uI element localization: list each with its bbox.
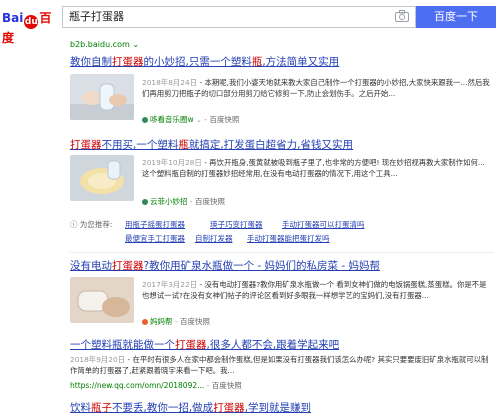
title-text: 不要丢,教你一招,做成: [112, 402, 214, 414]
result-title-2[interactable]: 打蛋器不用买,一个塑料瓶就搞定,打发蛋白超省力,省钱又实用: [70, 137, 353, 152]
title-text: 一个塑料瓶就能做一个: [70, 339, 175, 351]
separator: -: [174, 317, 178, 326]
kuaizhao-link[interactable]: 百度快照: [209, 115, 239, 124]
kuaizhao-link[interactable]: 百度快照: [195, 197, 225, 206]
separator: -: [206, 381, 210, 390]
recommend-item[interactable]: 手动打蛋器能把蛋打发吗: [247, 233, 330, 244]
result-title-5[interactable]: 饮料瓶子不要丢,教你一招,做成打蛋器,学到就是赚到: [70, 400, 311, 415]
separator: -: [204, 115, 208, 124]
recommend-item[interactable]: 手动打蛋器可以打蛋清吗: [282, 219, 365, 230]
title-highlight: 瓶子: [91, 402, 112, 414]
recommend-label-text: 为您推荐:: [79, 220, 113, 229]
title-text: 的小妙招,只需一个塑料: [143, 56, 252, 68]
search-button[interactable]: 百度一下: [416, 6, 496, 28]
paw-icon: du: [24, 15, 39, 29]
title-text: 就搞定,打发蛋白超省力,省钱又实用: [188, 139, 354, 151]
source-name: 妈妈帮: [150, 317, 173, 326]
title-highlight: 打蛋器: [112, 56, 144, 68]
result-date: 2017年3月22日: [142, 280, 198, 289]
recommend-item[interactable]: 最便宜手工打蛋器: [125, 233, 185, 244]
result-source-2[interactable]: 云菲小妙招 - 百度快照: [142, 196, 225, 207]
source-name: 哆看音乐圈w: [150, 115, 194, 124]
title-text: ?教你用矿泉水瓶做一个 - 妈妈们的私房菜 - 妈妈帮: [143, 260, 381, 272]
baidu-logo[interactable]: Bai du 百度: [2, 9, 60, 45]
source-icon: [142, 117, 148, 123]
result-source-4[interactable]: https://new.qq.com/omn/2018092... - 百度快照: [70, 380, 242, 391]
title-highlight: 打蛋器: [70, 139, 102, 151]
info-icon: ⓘ: [70, 220, 78, 229]
top-url[interactable]: b2b.baidu.com ⌄: [70, 40, 139, 49]
recommend-item[interactable]: 用瓶子摇蛋打蛋器: [125, 219, 185, 230]
search-input[interactable]: 瓶子打蛋器: [62, 6, 416, 28]
title-highlight: 瓶: [251, 56, 263, 68]
result-thumbnail-3[interactable]: [70, 277, 134, 323]
title-text: 饮料: [70, 402, 91, 414]
result-source-3[interactable]: 妈妈帮 - 百度快照: [142, 316, 210, 327]
kuaizhao-link[interactable]: 百度快照: [180, 317, 210, 326]
logo-bai: Bai: [2, 11, 24, 25]
result-thumbnail-1[interactable]: [70, 74, 134, 120]
camera-icon[interactable]: [395, 10, 409, 22]
title-highlight: 打蛋器: [213, 402, 245, 414]
title-highlight: 打蛋器: [112, 260, 144, 272]
result-snippet-3: 2017年3月22日 - 没有电动打蛋器?教你用矿泉水瓶做一个 看到女神们做的电…: [142, 280, 492, 301]
source-name: 云菲小妙招: [150, 197, 188, 206]
recommend-item[interactable]: 自制打发器: [195, 233, 233, 244]
title-text: ,学到就是赚到: [244, 402, 312, 414]
title-text: ,方法简单又实用: [262, 56, 340, 68]
recommend-label: ⓘ 为您推荐:: [70, 219, 112, 230]
kuaizhao-link[interactable]: 百度快照: [212, 381, 242, 390]
result-title-1[interactable]: 教你自制打蛋器的小妙招,只需一个塑料瓶,方法简单又实用: [70, 54, 339, 69]
result-snippet-1: 2018年8月24日 - 本期呢,我们小婆天地就来教大家自己制作一个打蛋器的小妙…: [142, 78, 492, 99]
title-text: 没有电动: [70, 260, 112, 272]
recommend-item[interactable]: 瑛子巧变打蛋器: [210, 219, 263, 230]
result-snippet-4: 2018年9月20日 - 在平时有很多人在家中都会制作蛋糕,但是如果没有打蛋器我…: [70, 355, 494, 376]
title-highlight: 打蛋器: [175, 339, 207, 351]
result-thumbnail-2[interactable]: [70, 155, 134, 201]
title-text: ,很多人都不会,跟着学起来吧: [206, 339, 340, 351]
divider: [70, 252, 494, 253]
source-icon: [142, 319, 148, 325]
result-date: 2018年8月24日: [142, 78, 198, 87]
result-snippet-2: 2019年10月28日 - 再饮开瓶身,蛋黄就被吸到瓶子里了,也非常的方便吧! …: [142, 158, 492, 179]
result-url: https://new.qq.com/omn/2018092...: [70, 381, 205, 390]
snippet-text: - 在平时有很多人在家中都会制作蛋糕,但是如果没有打蛋器我们该怎么办呢? 其实只…: [70, 355, 489, 375]
result-title-3[interactable]: 没有电动打蛋器?教你用矿泉水瓶做一个 - 妈妈们的私房菜 - 妈妈帮: [70, 258, 380, 273]
result-source-1[interactable]: 哆看音乐圈w ⌄ - 百度快照: [142, 114, 239, 125]
source-icon: [142, 199, 148, 205]
title-text: 不用买,一个塑料: [101, 139, 179, 151]
result-date: 2019年10月28日: [142, 158, 202, 167]
title-text: 教你自制: [70, 56, 112, 68]
result-date: 2018年9月20日: [70, 355, 126, 364]
title-highlight: 瓶: [178, 139, 189, 151]
chevron-down-icon: ⌄: [196, 116, 202, 124]
separator: -: [189, 197, 193, 206]
result-title-4[interactable]: 一个塑料瓶就能做一个打蛋器,很多人都不会,跟着学起来吧: [70, 337, 339, 352]
